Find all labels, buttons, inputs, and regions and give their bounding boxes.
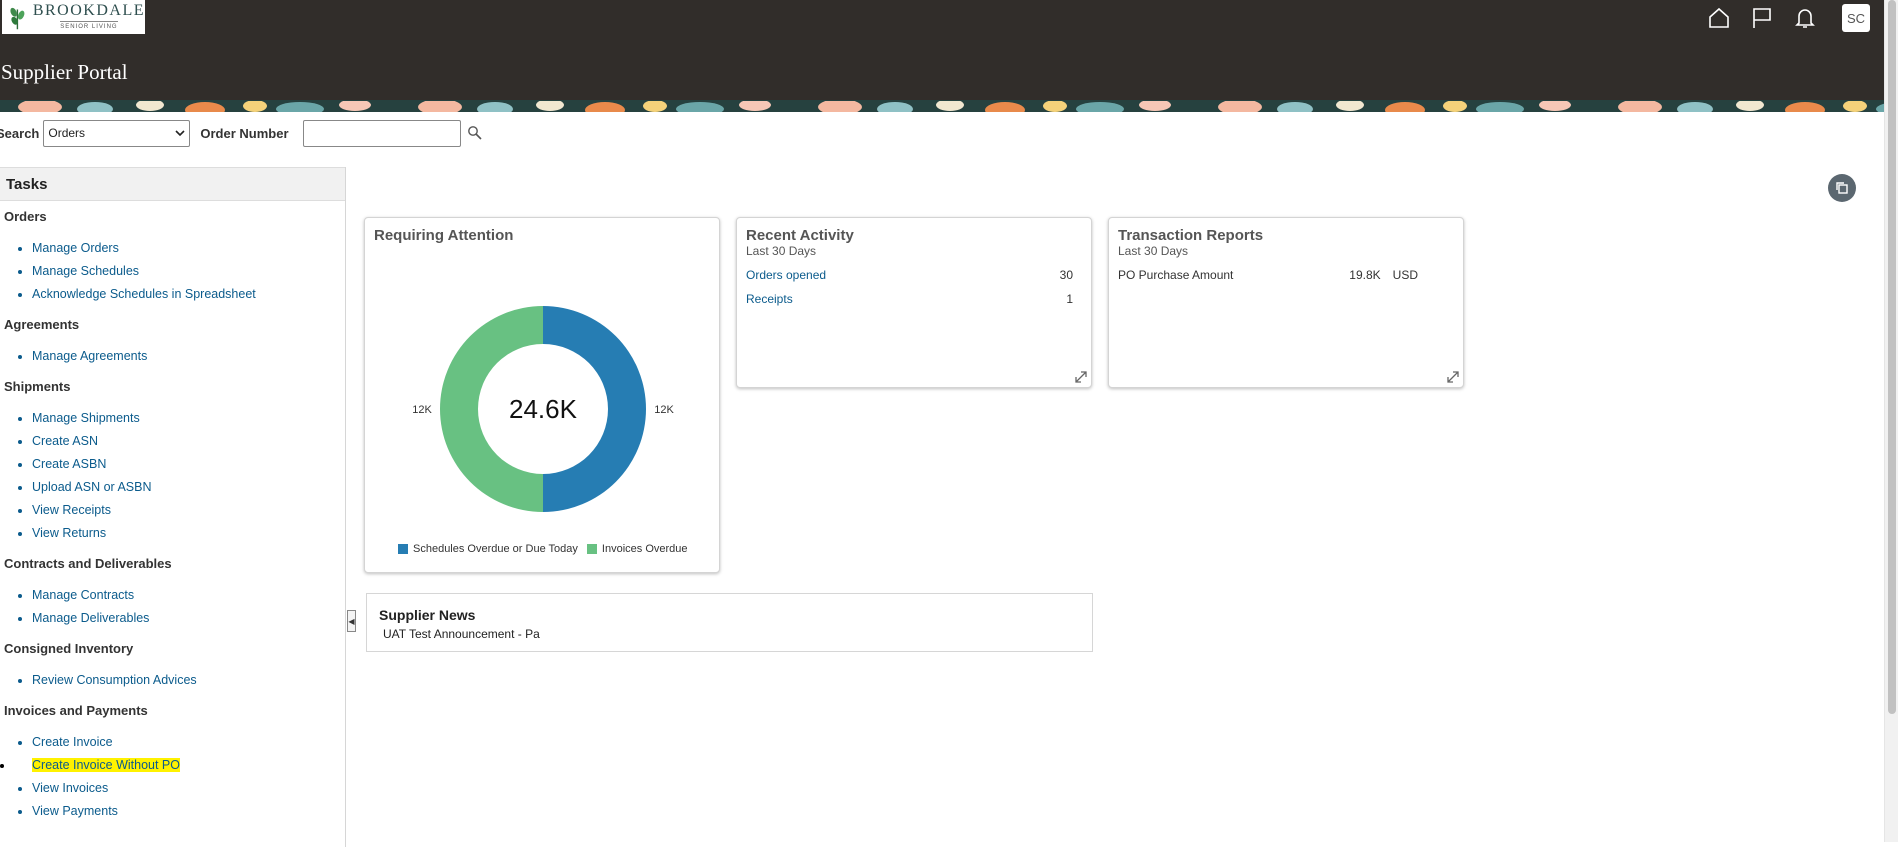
expand-icon[interactable] (1447, 371, 1459, 383)
task-link-highlighted[interactable]: Create Invoice Without PO (14, 757, 345, 780)
card-title: Transaction Reports (1118, 227, 1264, 244)
leaf-logo-icon (10, 7, 25, 30)
task-link[interactable]: Create ASBN (32, 456, 345, 479)
legend-swatch (586, 544, 597, 554)
task-list: Create Invoice Create Invoice Without PO… (32, 734, 345, 826)
task-group-title: Contracts and Deliverables (4, 556, 172, 571)
watchlist-button[interactable] (1740, 1, 1783, 35)
donut-chart: 12K 12K 24.6K (412, 306, 674, 512)
search-bar: Search Orders Order Number (0, 118, 483, 148)
donut-center-total: 24.6K (509, 394, 578, 424)
metric-value: 1 (1066, 292, 1073, 306)
metric-row: PO Purchase Amount 19.8K USD (1118, 268, 1418, 282)
legend-swatch (398, 544, 408, 554)
task-link[interactable]: Review Consumption Advices (32, 672, 345, 695)
user-avatar[interactable]: SC (1842, 4, 1870, 32)
metric-value: 30 (1059, 268, 1073, 282)
collapse-panel-button[interactable]: ◀ (347, 610, 356, 632)
card-subtitle: Last 30 Days (1118, 244, 1189, 258)
task-link[interactable]: Manage Schedules (32, 263, 345, 286)
task-link[interactable]: Create ASN (32, 433, 345, 456)
task-list: Manage Shipments Create ASN Create ASBN … (32, 410, 345, 548)
search-type-value: Orders (48, 126, 86, 140)
legend-label: Schedules Overdue or Due Today (413, 543, 578, 555)
task-link[interactable]: View Returns (32, 525, 345, 548)
decorative-banner (0, 100, 1884, 112)
supplier-news-panel: Supplier News UAT Test Announcement - Pa (366, 593, 1093, 652)
task-link[interactable]: Manage Orders (32, 240, 345, 263)
expand-icon[interactable] (1075, 371, 1087, 383)
order-number-label: Order Number (200, 125, 289, 141)
chart-legend: Schedules Overdue or Due Today Invoices … (398, 543, 697, 555)
task-link-label: Create Invoice Without PO (32, 758, 180, 772)
task-list: Manage Contracts Manage Deliverables (32, 587, 345, 633)
task-list: Manage Agreements (32, 348, 345, 371)
app-header: BROOKDALE SENIOR LIVING Supplier Portal … (0, 0, 1884, 112)
page-scrollbar[interactable] (1884, 0, 1898, 842)
card-subtitle: Last 30 Days (746, 244, 817, 258)
search-label: Search (0, 125, 40, 141)
page-title: Supplier Portal (1, 60, 128, 84)
legend-item[interactable]: Invoices Overdue (586, 543, 688, 555)
transaction-reports-card: Transaction Reports Last 30 Days PO Purc… (1108, 217, 1464, 388)
bell-icon (1794, 9, 1815, 28)
task-group-title: Invoices and Payments (4, 703, 148, 718)
task-group-title: Orders (4, 209, 47, 224)
metric-currency: USD (1392, 268, 1418, 282)
task-list: Review Consumption Advices (32, 672, 345, 695)
scrollbar-thumb[interactable] (1888, 0, 1896, 714)
tasks-heading: Tasks (0, 167, 345, 201)
task-link[interactable]: Create Invoice (32, 734, 345, 757)
metric-value[interactable]: 19.8K (1349, 268, 1380, 282)
recent-activity-card: Recent Activity Last 30 Days Orders open… (736, 217, 1092, 388)
task-link[interactable]: View Receipts (32, 502, 345, 525)
home-icon (1708, 7, 1729, 28)
search-icon[interactable] (467, 125, 483, 141)
banner-pattern-icon (0, 100, 1884, 112)
legend-item[interactable]: Schedules Overdue or Due Today (398, 543, 578, 555)
task-link[interactable]: Manage Agreements (32, 348, 345, 371)
task-link[interactable]: Manage Contracts (32, 587, 345, 610)
logo-tagline: SENIOR LIVING (60, 21, 118, 31)
flag-icon (1752, 8, 1771, 28)
personalize-button[interactable] (1828, 174, 1856, 202)
metric-row: Orders opened 30 (746, 268, 1073, 282)
card-title: Recent Activity (746, 227, 854, 244)
copy-icon (1836, 182, 1848, 194)
task-group-title: Agreements (4, 317, 80, 332)
task-link[interactable]: Acknowledge Schedules in Spreadsheet (32, 286, 345, 309)
legend-label: Invoices Overdue (601, 543, 688, 555)
home-button[interactable] (1697, 1, 1740, 35)
collapse-left-icon: ◀ (348, 616, 355, 626)
tasks-panel: Tasks Orders Manage Orders Manage Schedu… (0, 167, 346, 847)
metric-link-orders-opened[interactable]: Orders opened (746, 268, 1060, 282)
task-link[interactable]: View Invoices (32, 780, 345, 803)
notifications-button[interactable] (1783, 1, 1826, 35)
logo-wordmark: BROOKDALE (32, 2, 145, 19)
chevron-down-icon (175, 130, 185, 137)
task-link[interactable]: Manage Shipments (32, 410, 345, 433)
task-link[interactable]: View Payments (32, 803, 345, 826)
search-type-select[interactable]: Orders (43, 119, 191, 147)
metric-label: PO Purchase Amount (1118, 268, 1234, 282)
metric-row: Receipts 1 (746, 292, 1073, 306)
metric-link-receipts[interactable]: Receipts (746, 292, 1066, 306)
slice-value-label: 12K (412, 404, 432, 416)
order-number-input[interactable] (302, 119, 461, 147)
task-list: Manage Orders Manage Schedules Acknowled… (32, 240, 345, 309)
task-group-title: Shipments (4, 379, 71, 394)
task-group-title: Consigned Inventory (4, 641, 134, 656)
task-link[interactable]: Manage Deliverables (32, 610, 345, 633)
slice-value-label: 12K (654, 404, 674, 416)
requiring-attention-card: Requiring Attention 12K 12K 24.6K Schedule… (364, 217, 720, 573)
news-item[interactable]: UAT Test Announcement - Pa (383, 627, 540, 641)
task-link[interactable]: Upload ASN or ASBN (32, 479, 345, 502)
news-title: Supplier News (379, 607, 476, 623)
brookdale-logo[interactable]: BROOKDALE SENIOR LIVING (2, 0, 145, 34)
